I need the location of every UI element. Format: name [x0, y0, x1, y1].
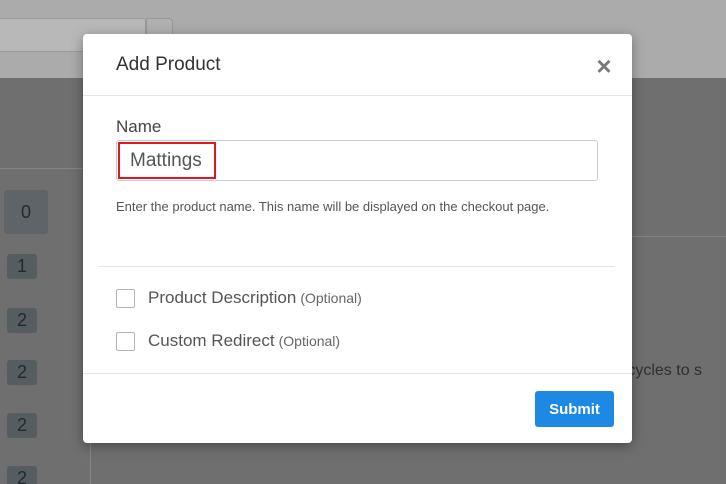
modal-header: Add Product ×: [83, 34, 632, 96]
add-product-modal: Add Product × Name Enter the product nam…: [83, 34, 632, 443]
optional-tag: (Optional): [278, 333, 341, 349]
modal-title: Add Product: [116, 54, 221, 75]
background-divider: [0, 168, 90, 169]
background-count-badge: 2: [7, 360, 37, 385]
background-count-badge: 2: [7, 466, 37, 484]
name-label: Name: [116, 117, 162, 136]
background-right-divider: [632, 236, 726, 237]
name-help-text: Enter the product name. This name will b…: [116, 199, 550, 214]
footer-divider: [83, 373, 632, 374]
background-count-badge: 2: [7, 413, 37, 438]
product-description-label: Product Description: [148, 288, 297, 307]
product-name-input[interactable]: [116, 140, 598, 181]
background-count-badge: 0: [4, 190, 48, 234]
background-count-badge: 1: [7, 254, 37, 279]
close-icon[interactable]: ×: [593, 53, 615, 79]
option-product-description: Product Description (Optional): [116, 287, 362, 309]
custom-redirect-checkbox[interactable]: [116, 331, 135, 351]
background-count-badge: 2: [7, 308, 37, 333]
optional-tag: (Optional): [300, 290, 362, 306]
submit-button[interactable]: Submit: [535, 391, 614, 427]
custom-redirect-label: Custom Redirect: [148, 331, 275, 350]
product-description-checkbox[interactable]: [116, 288, 135, 308]
section-divider: [99, 266, 615, 267]
option-custom-redirect: Custom Redirect (Optional): [116, 330, 340, 352]
